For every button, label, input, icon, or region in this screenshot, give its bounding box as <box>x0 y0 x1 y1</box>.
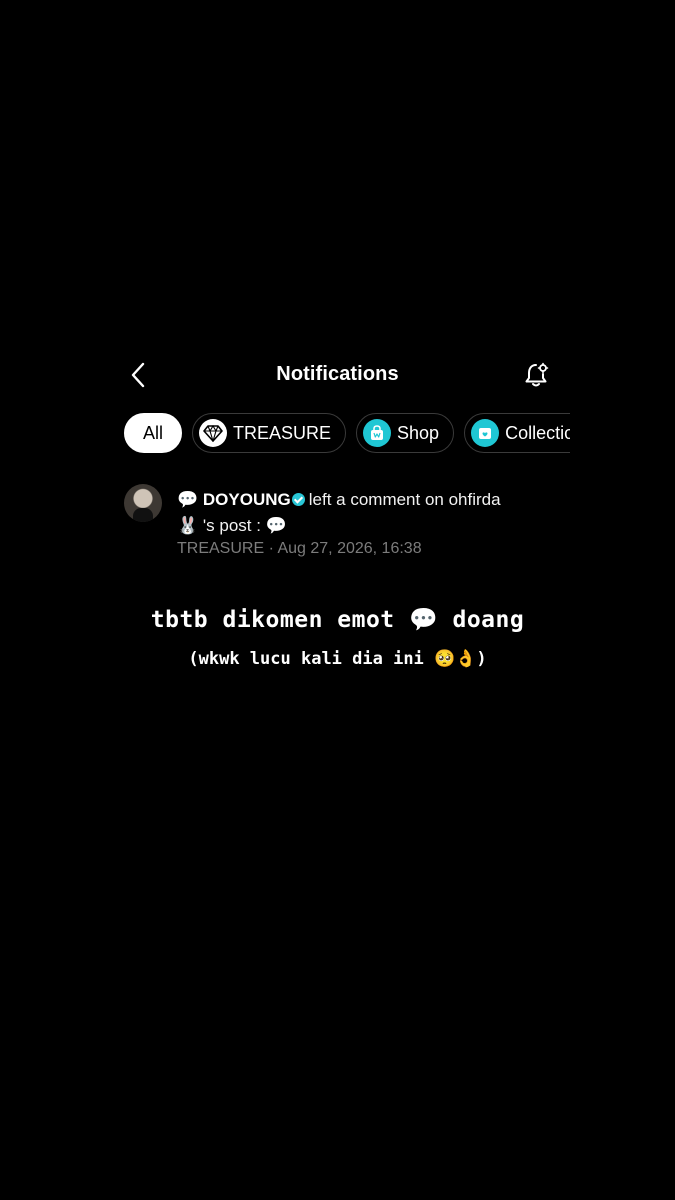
collection-box-icon <box>471 419 500 447</box>
username[interactable]: DOYOUNG <box>203 490 291 509</box>
notification-text: 💬 DOYOUNG left a comment on ohfirda 🐰 's … <box>177 487 570 539</box>
timestamp: Aug 27, 2026, 16:38 <box>277 540 422 557</box>
tab-shop-label: Shop <box>397 422 440 443</box>
verified-badge-icon <box>291 493 305 506</box>
community-name: TREASURE <box>177 540 265 557</box>
caption-line-1: tbtb dikomen emot 💬 doang <box>150 607 525 633</box>
notification-meta: TREASURE · Aug 27, 2026, 16:38 <box>177 540 422 558</box>
tab-all[interactable]: All <box>124 413 183 453</box>
header-bar: Notifications <box>0 355 675 397</box>
notification-settings-button[interactable] <box>520 359 552 391</box>
post-text: 's post : <box>202 516 261 535</box>
tab-collection[interactable]: Collectio <box>464 413 570 453</box>
tab-shop[interactable]: Shop <box>356 413 455 453</box>
page-title: Notifications <box>276 363 399 385</box>
tab-all-label: All <box>143 422 164 443</box>
tab-collection-label: Collectio <box>505 422 570 443</box>
tab-treasure[interactable]: TREASURE <box>192 413 347 453</box>
rabbit-emoji-icon: 🐰 <box>177 516 199 536</box>
avatar[interactable] <box>124 484 162 522</box>
treasure-diamond-icon <box>199 419 228 447</box>
tab-treasure-label: TREASURE <box>233 422 332 443</box>
notification-action: left a comment on ohfirda <box>308 490 501 509</box>
speech-bubble-icon: 💬 <box>265 516 287 536</box>
meta-separator: · <box>268 540 274 557</box>
speech-bubble-icon: 💬 <box>177 490 199 510</box>
shop-bag-icon <box>363 419 392 447</box>
bell-settings-icon <box>525 362 549 387</box>
notification-item[interactable]: 💬 DOYOUNG left a comment on ohfirda 🐰 's … <box>124 484 570 564</box>
filter-tabs: All TREASURE Shop Collectio <box>124 413 570 457</box>
caption-line-2: (wkwk lucu kali dia ini 🥺👌) <box>188 649 487 669</box>
